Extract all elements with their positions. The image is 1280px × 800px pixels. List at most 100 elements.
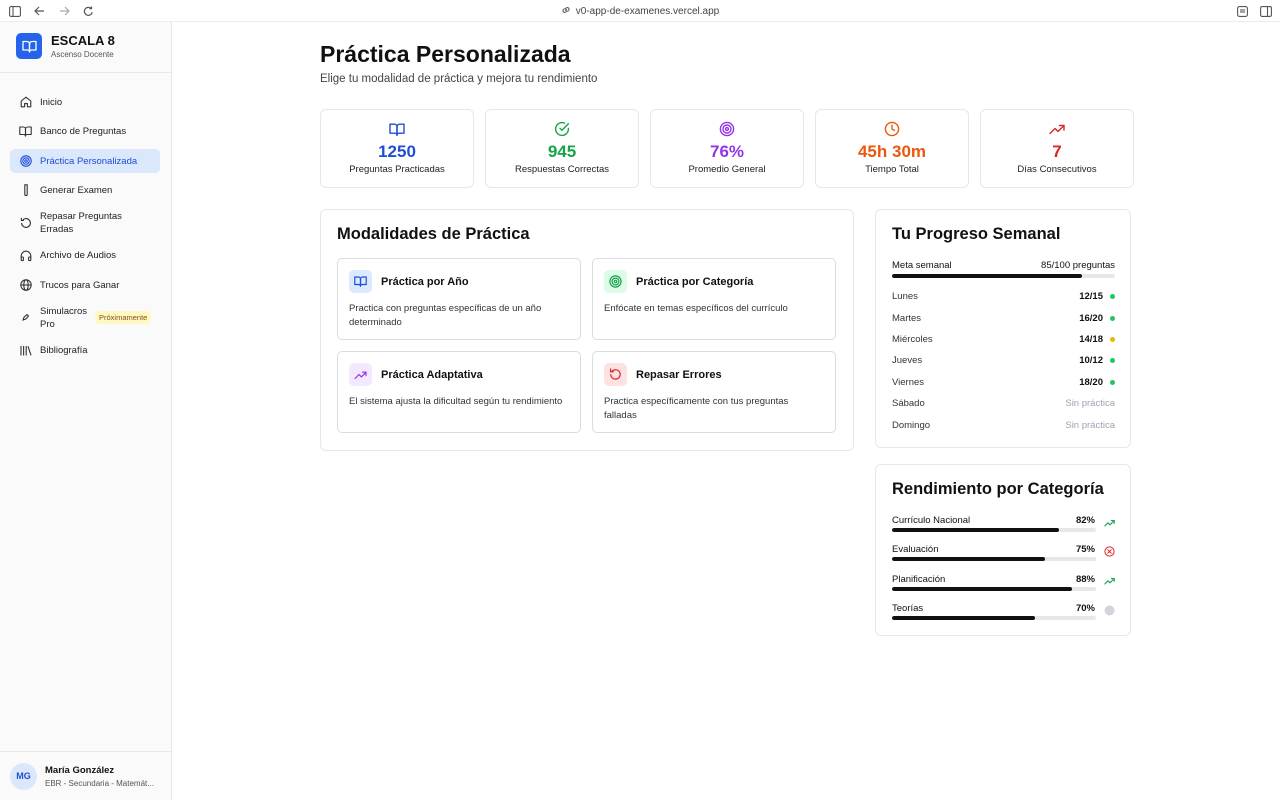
category-name: Evaluación <box>892 544 939 556</box>
sidebar-item-practica-personalizada[interactable]: Práctica Personalizada <box>10 149 160 173</box>
sidebar-item-inicio[interactable]: Inicio <box>10 90 160 114</box>
target-icon <box>604 270 627 293</box>
day-value-wrap: 14/18 <box>1079 334 1115 345</box>
day-value: Sin práctica <box>1065 419 1115 431</box>
category-name: Teorías <box>892 602 924 614</box>
modality-description: Enfócate en temas específicos del curríc… <box>604 303 788 314</box>
sidebar-divider <box>0 72 171 73</box>
stat-value: 945 <box>547 142 577 161</box>
modality-practica-adaptativa[interactable]: Práctica Adaptativa El sistema ajusta la… <box>337 351 581 433</box>
sidebar-item-label: Repasar Preguntas Erradas <box>40 211 122 235</box>
sidebar-item-simulacros-pro[interactable]: Simulacros Pro Próximamente <box>10 303 160 333</box>
category-row: Teorías 70% <box>892 603 1115 632</box>
day-name: Miércoles <box>892 333 933 345</box>
category-row: Currículo Nacional 82% <box>892 515 1115 544</box>
category-performance-title: Rendimiento por Categoría <box>892 480 1104 498</box>
modality-repasar-errores[interactable]: Repasar Errores Practica específicamente… <box>592 351 836 433</box>
sidebar-item-repasar-erradas[interactable]: Repasar Preguntas Erradas <box>10 208 160 238</box>
day-value-wrap: 18/20 <box>1079 377 1115 388</box>
test-tube-icon <box>19 184 32 197</box>
sidebar-item-label: Simulacros Pro <box>40 305 87 330</box>
category-list: Currículo Nacional 82% Evaluación 75% Pl… <box>892 515 1115 632</box>
sidebar-item-label: Archivo de Audios <box>40 250 117 261</box>
day-value-wrap: 12/15 <box>1079 291 1115 302</box>
weekly-progress-title: Tu Progreso Semanal <box>892 225 1061 243</box>
day-row: Jueves 10/12 <box>892 350 1115 371</box>
day-name: Domingo <box>892 419 931 431</box>
category-percent: 88% <box>1075 573 1095 585</box>
brand-subtitle: Ascenso Docente <box>51 49 114 59</box>
modalities-title: Modalidades de Práctica <box>337 225 530 243</box>
x-circle-icon <box>1104 546 1115 557</box>
category-percent: 75% <box>1075 544 1095 556</box>
stat-label: Promedio General <box>688 164 766 175</box>
modality-practica-por-categoria[interactable]: Práctica por Categoría Enfócate en temas… <box>592 258 836 340</box>
weekly-goal: Meta semanal 85/100 preguntas <box>892 259 1115 278</box>
category-row: Planificación 88% <box>892 574 1115 603</box>
clock-icon <box>884 121 900 137</box>
sidebar-item-label: Trucos para Ganar <box>40 279 120 291</box>
forward-icon[interactable] <box>57 4 71 18</box>
category-progress <box>892 528 1096 532</box>
day-row: Viernes 18/20 <box>892 372 1115 393</box>
modality-title: Práctica por Categoría <box>636 276 754 288</box>
back-icon[interactable] <box>32 4 46 18</box>
address-bar[interactable]: v0-app-de-examenes.vercel.app <box>576 6 719 17</box>
modality-title: Práctica Adaptativa <box>381 369 483 381</box>
brand[interactable]: ESCALA 8 Ascenso Docente <box>16 33 115 59</box>
sidebar-item-trucos-ganar[interactable]: Trucos para Ganar <box>10 273 160 297</box>
stat-card-promedio: 76% Promedio General <box>650 109 804 188</box>
trending-up-icon <box>1104 517 1115 528</box>
sidebar-item-label: Bibliografía <box>40 344 88 356</box>
sidebar-item-generar-examen[interactable]: Generar Examen <box>10 179 160 203</box>
reload-icon[interactable] <box>81 4 95 18</box>
link-icon <box>561 5 571 18</box>
day-name: Sábado <box>892 398 925 410</box>
modality-description: Practica específicamente con tus pregunt… <box>604 396 789 421</box>
reader-icon[interactable] <box>1235 4 1249 18</box>
sidebar-nav: Inicio Banco de Preguntas Práctica Perso… <box>10 90 160 368</box>
weekly-progress-card: Tu Progreso Semanal Meta semanal 85/100 … <box>875 209 1131 448</box>
day-value: 12/15 <box>1079 291 1103 303</box>
weekly-days-list: Lunes 12/15 Martes 16/20 Miércoles 14/18 Ju… <box>892 286 1115 436</box>
category-progress-fill <box>892 528 1060 532</box>
book-icon <box>19 125 32 138</box>
modality-title: Práctica por Año <box>381 276 469 288</box>
day-value: 16/20 <box>1079 312 1103 324</box>
stat-label: Tiempo Total <box>865 164 919 175</box>
weekly-goal-progress <box>892 274 1115 278</box>
category-percent: 70% <box>1075 602 1095 614</box>
sidebar-toggle-icon[interactable] <box>8 4 22 18</box>
trending-up-icon <box>1104 576 1115 587</box>
category-progress-fill <box>892 586 1072 591</box>
sidebar-item-archivo-audios[interactable]: Archivo de Audios <box>10 244 160 268</box>
status-dot <box>1110 294 1115 300</box>
user-profile[interactable]: MG María González EBR - Secundaria - Mat… <box>0 751 171 800</box>
day-row: Lunes 12/15 <box>892 286 1115 307</box>
category-progress <box>892 557 1096 562</box>
coming-soon-badge: Próximamente <box>95 311 152 324</box>
rotate-ccw-icon <box>604 363 627 386</box>
modality-practica-por-ano[interactable]: Práctica por Año Practica con preguntas … <box>337 258 581 340</box>
sidebar-item-bibliografia[interactable]: Bibliografía <box>10 338 160 362</box>
user-subtitle: EBR - Secundaria - Matemát... <box>45 778 154 788</box>
modality-title: Repasar Errores <box>636 369 722 381</box>
stats-row: 1250 Preguntas Practicadas 945 Respuesta… <box>320 109 1134 188</box>
check-circle-icon <box>554 121 570 137</box>
browser-toolbar: v0-app-de-examenes.vercel.app <box>0 0 1280 22</box>
split-view-icon[interactable] <box>1259 4 1273 18</box>
category-progress <box>892 615 1096 620</box>
weekly-goal-progress-fill <box>892 274 1082 278</box>
target-icon <box>19 155 32 168</box>
category-row: Evaluación 75% <box>892 544 1115 573</box>
target-icon <box>719 121 735 137</box>
stat-value: 1250 <box>378 142 416 161</box>
sidebar-item-banco-preguntas[interactable]: Banco de Preguntas <box>10 120 160 144</box>
home-icon <box>19 96 32 109</box>
book-icon <box>389 121 405 137</box>
user-name: María González <box>45 764 115 776</box>
trending-up-icon <box>349 363 372 386</box>
brand-title: ESCALA 8 <box>51 32 115 48</box>
status-dot <box>1110 358 1115 364</box>
sidebar-item-label: Inicio <box>40 96 63 108</box>
